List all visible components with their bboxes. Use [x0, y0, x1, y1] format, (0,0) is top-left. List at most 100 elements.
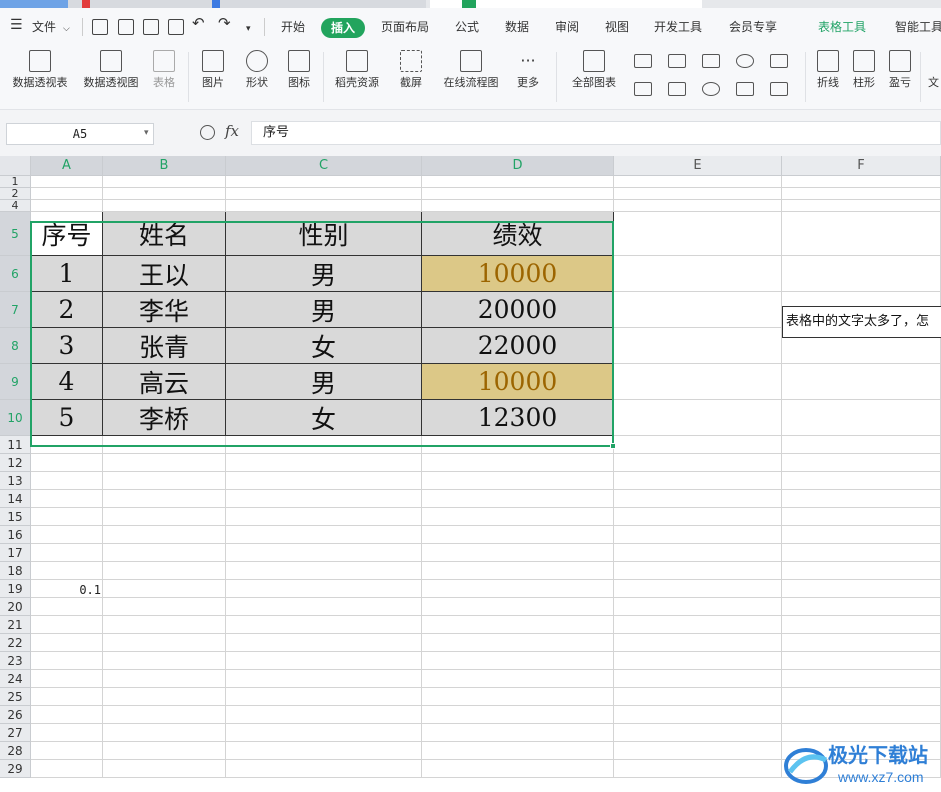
menu-tab-review[interactable]: 审阅	[555, 20, 579, 34]
menu-tab-home[interactable]: 开始	[281, 20, 305, 34]
grid-cell[interactable]	[614, 724, 782, 742]
table-cell-score[interactable]: 10000	[422, 256, 614, 292]
grid-cell[interactable]	[782, 580, 941, 598]
row-header-7[interactable]: 7	[0, 292, 31, 328]
grid-cell[interactable]	[31, 200, 103, 212]
row-header-10[interactable]: 10	[0, 400, 31, 436]
grid-cell[interactable]	[614, 580, 782, 598]
pivot-chart-button[interactable]: 数据透视图	[79, 50, 143, 89]
row-header-23[interactable]: 23	[0, 652, 31, 670]
stock-chart-icon[interactable]	[668, 82, 686, 96]
window-tab-active[interactable]	[430, 0, 702, 8]
grid-cell[interactable]	[422, 490, 614, 508]
grid-cell[interactable]	[31, 652, 103, 670]
window-tab-3[interactable]	[198, 0, 426, 8]
grid-cell[interactable]	[31, 742, 103, 760]
radar-chart-icon[interactable]	[736, 54, 754, 68]
column-header-e[interactable]: E	[614, 156, 782, 176]
quick-access-more-icon[interactable]: ▾	[246, 22, 251, 36]
grid-cell[interactable]	[226, 508, 422, 526]
row-header-29[interactable]: 29	[0, 760, 31, 778]
scatter-chart-icon[interactable]	[736, 82, 754, 96]
fx-icon[interactable]: fx	[225, 122, 239, 140]
grid-cell[interactable]	[226, 598, 422, 616]
grid-cell[interactable]	[31, 688, 103, 706]
menu-tab-data[interactable]: 数据	[505, 20, 529, 34]
grid-cell[interactable]	[614, 508, 782, 526]
sparkline-column-button[interactable]: 柱形	[848, 50, 880, 89]
grid-cell[interactable]	[614, 652, 782, 670]
grid-cell[interactable]	[782, 634, 941, 652]
row-header-14[interactable]: 14	[0, 490, 31, 508]
row-header-27[interactable]: 27	[0, 724, 31, 742]
grid-cell[interactable]	[422, 508, 614, 526]
grid-cell[interactable]	[614, 760, 782, 778]
zoom-icon[interactable]	[200, 125, 215, 140]
grid-cell[interactable]	[31, 454, 103, 472]
more-button[interactable]: ··· 更多	[508, 50, 548, 89]
grid-cell[interactable]	[226, 688, 422, 706]
grid-cell[interactable]	[31, 562, 103, 580]
name-box[interactable]: A5	[6, 123, 154, 145]
table-cell-score[interactable]: 12300	[422, 400, 614, 436]
line-chart-small-icon[interactable]	[702, 54, 720, 68]
grid-cell[interactable]	[614, 454, 782, 472]
grid-cell[interactable]	[226, 544, 422, 562]
row-header-4[interactable]: 4	[0, 200, 31, 212]
grid-cell[interactable]	[782, 652, 941, 670]
grid-cell[interactable]	[422, 176, 614, 188]
grid-cell[interactable]	[31, 508, 103, 526]
online-flowchart-button[interactable]: 在线流程图	[438, 50, 504, 89]
grid-cell[interactable]	[226, 616, 422, 634]
grid-cell[interactable]	[103, 562, 226, 580]
table-cell-seq[interactable]: 4	[31, 364, 103, 400]
row-header-19[interactable]: 19	[0, 580, 31, 598]
grid-cell[interactable]	[103, 176, 226, 188]
grid-cell[interactable]	[614, 616, 782, 634]
grid-cell[interactable]	[226, 188, 422, 200]
grid-cell[interactable]	[614, 200, 782, 212]
grid-cell[interactable]	[422, 526, 614, 544]
grid-cell[interactable]	[31, 598, 103, 616]
table-header-seq[interactable]: 序号	[31, 212, 103, 256]
grid-cell[interactable]	[422, 436, 614, 454]
grid-cell[interactable]	[103, 436, 226, 454]
grid-cell[interactable]	[614, 176, 782, 188]
grid-cell[interactable]	[103, 508, 226, 526]
icon-button[interactable]: 图标	[284, 50, 314, 89]
grid-cell[interactable]	[782, 562, 941, 580]
grid-cell[interactable]	[103, 598, 226, 616]
grid-cell[interactable]	[422, 200, 614, 212]
menu-tab-page-layout[interactable]: 页面布局	[381, 20, 429, 34]
grid-cell[interactable]	[782, 472, 941, 490]
grid-cell[interactable]	[782, 200, 941, 212]
chevron-down-icon[interactable]: ▾	[144, 123, 149, 143]
formula-input[interactable]: 序号	[251, 121, 941, 145]
other-chart-icon[interactable]	[770, 82, 788, 96]
grid-cell[interactable]	[103, 670, 226, 688]
area-chart-icon[interactable]	[634, 82, 652, 96]
grid-cell[interactable]	[614, 256, 782, 292]
grid-cell[interactable]	[31, 670, 103, 688]
row-header-17[interactable]: 17	[0, 544, 31, 562]
column-header-b[interactable]: B	[103, 156, 226, 176]
table-cell-name[interactable]: 李桥	[103, 400, 226, 436]
grid-cell[interactable]	[103, 472, 226, 490]
grid-cell[interactable]	[226, 580, 422, 598]
table-cell-seq[interactable]: 1	[31, 256, 103, 292]
grid-cell[interactable]	[103, 724, 226, 742]
row-header-5[interactable]: 5	[0, 212, 31, 256]
grid-cell[interactable]	[103, 490, 226, 508]
table-header-gender[interactable]: 性别	[226, 212, 422, 256]
grid-cell[interactable]	[422, 724, 614, 742]
grid-cell[interactable]	[422, 670, 614, 688]
export-pdf-icon[interactable]	[118, 19, 134, 35]
grid-cell[interactable]	[614, 490, 782, 508]
grid-cell[interactable]	[103, 544, 226, 562]
grid-cell[interactable]	[226, 176, 422, 188]
table-cell-name[interactable]: 王以	[103, 256, 226, 292]
column-chart-icon[interactable]	[634, 54, 652, 68]
pivot-table-button[interactable]: 数据透视表	[8, 50, 72, 89]
grid-cell[interactable]	[614, 598, 782, 616]
column-header-f[interactable]: F	[782, 156, 941, 176]
